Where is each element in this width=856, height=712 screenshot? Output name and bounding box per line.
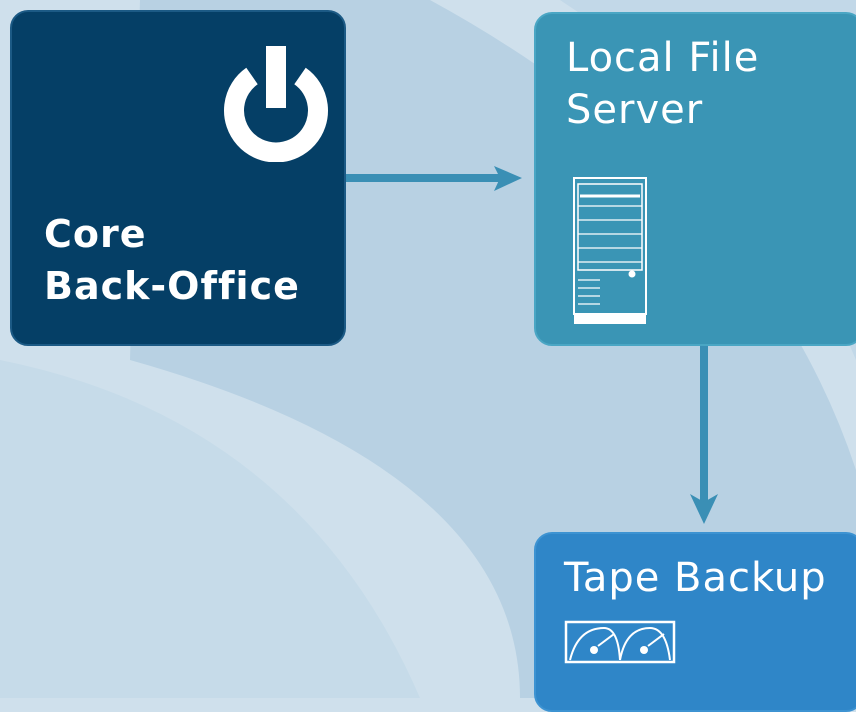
power-icon [224,46,328,162]
file-server-label: Local File Server [566,32,856,136]
arrow-core-to-fileserver [344,166,522,191]
core-label: Core Back-Office [44,208,344,312]
local-file-server-node: Local File Server [534,12,856,346]
core-label-line1: Core [44,212,147,256]
tape-backup-label: Tape Backup [564,555,827,601]
file-server-label-line2: Server [566,87,704,133]
core-label-line2: Back-Office [44,264,300,308]
core-back-office-node: Core Back-Office [10,10,346,346]
tape-backup-node: Tape Backup [534,532,856,712]
file-server-label-line1: Local File [566,35,760,81]
arrow-fileserver-to-tape [690,344,718,524]
server-tower-icon [573,177,647,324]
tape-cassette-icon [564,620,676,664]
